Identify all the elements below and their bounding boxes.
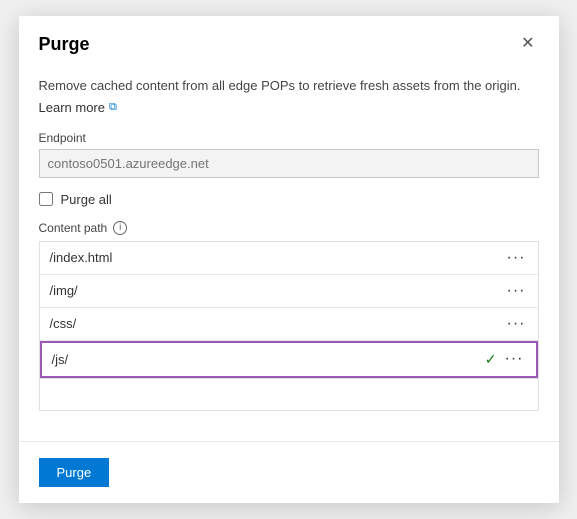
- path-text-2: /css/: [50, 316, 505, 331]
- dialog-title: Purge: [39, 34, 90, 55]
- learn-more-link[interactable]: Learn more ⧉: [39, 100, 117, 115]
- check-icon: ✓: [485, 351, 497, 368]
- path-item-0: /index.html ···: [40, 242, 538, 275]
- purge-all-label: Purge all: [61, 192, 112, 207]
- path-actions-2: ···: [505, 316, 528, 332]
- new-path-row: [40, 378, 538, 410]
- more-button-3[interactable]: ···: [503, 351, 526, 367]
- purge-all-row: Purge all: [39, 192, 539, 207]
- more-button-0[interactable]: ···: [505, 250, 528, 266]
- path-list: /index.html ··· /img/ ··· /css/ ··· /js/: [39, 241, 539, 411]
- dialog-footer: Purge: [19, 441, 559, 503]
- content-path-header: Content path i: [39, 221, 539, 235]
- path-actions-3: ✓ ···: [485, 351, 526, 368]
- dialog-header: Purge ✕: [19, 16, 559, 66]
- purge-dialog: Purge ✕ Remove cached content from all e…: [19, 16, 559, 503]
- purge-button[interactable]: Purge: [39, 458, 110, 487]
- dialog-body: Remove cached content from all edge POPs…: [19, 66, 559, 431]
- path-text-0: /index.html: [50, 250, 505, 265]
- new-path-input[interactable]: [50, 383, 528, 406]
- content-path-label: Content path: [39, 221, 108, 235]
- path-item-2: /css/ ···: [40, 308, 538, 341]
- path-text-1: /img/: [50, 283, 505, 298]
- close-button[interactable]: ✕: [517, 32, 538, 56]
- description-text: Remove cached content from all edge POPs…: [39, 76, 539, 96]
- endpoint-label: Endpoint: [39, 131, 539, 145]
- endpoint-input[interactable]: [39, 149, 539, 178]
- more-button-2[interactable]: ···: [505, 316, 528, 332]
- path-text-3: /js/: [52, 352, 485, 367]
- purge-all-checkbox[interactable]: [39, 192, 53, 206]
- endpoint-group: Endpoint: [39, 131, 539, 178]
- path-actions-0: ···: [505, 250, 528, 266]
- path-item-1: /img/ ···: [40, 275, 538, 308]
- path-item-3: /js/ ✓ ···: [40, 341, 538, 378]
- path-actions-1: ···: [505, 283, 528, 299]
- learn-more-label: Learn more: [39, 100, 105, 115]
- external-link-icon: ⧉: [109, 101, 117, 114]
- info-icon[interactable]: i: [113, 221, 127, 235]
- more-button-1[interactable]: ···: [505, 283, 528, 299]
